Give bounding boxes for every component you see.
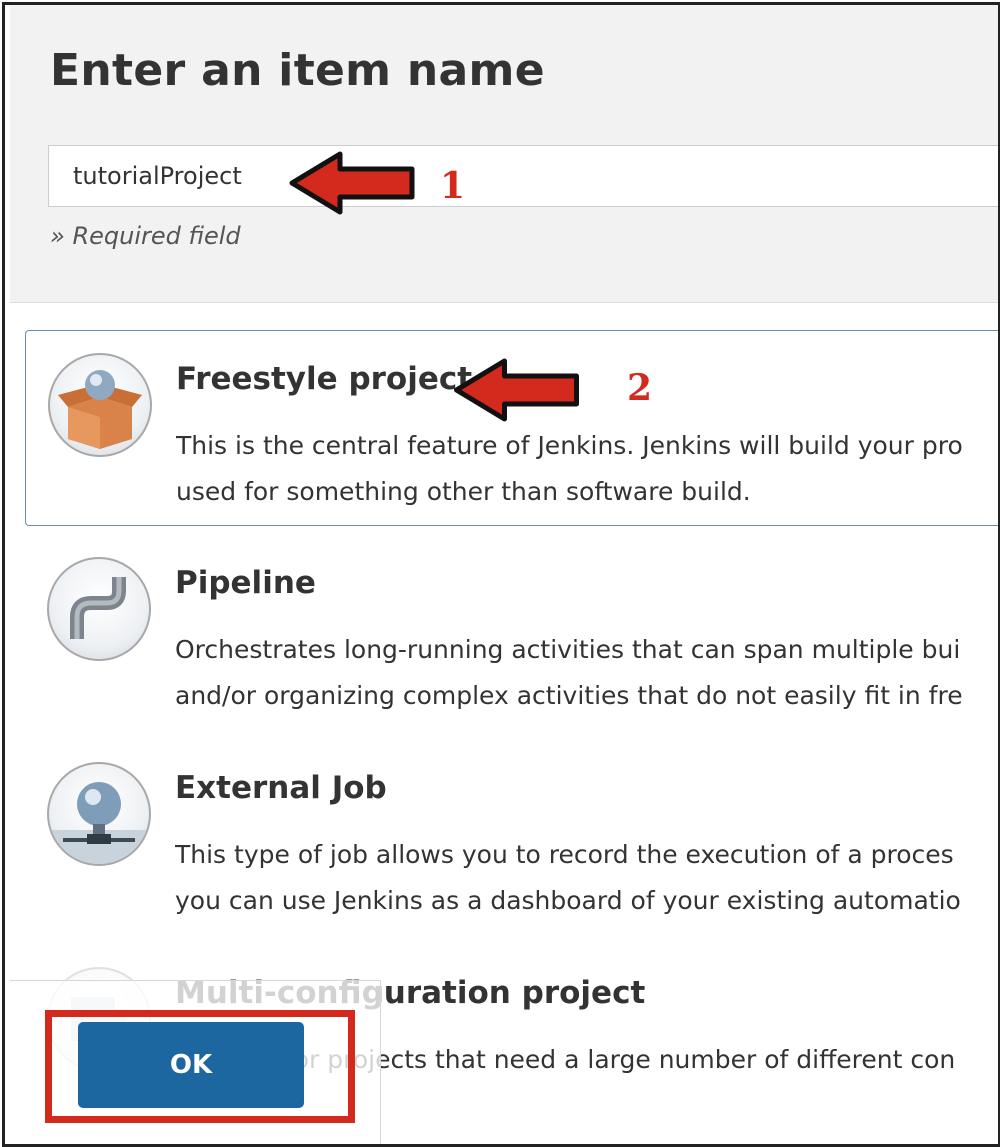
new-item-header: Enter an item name » Required field <box>10 5 998 303</box>
screenshot-frame: Enter an item name » Required field Free… <box>2 2 1000 1147</box>
freestyle-box-icon <box>48 353 152 457</box>
annotation-arrow-2 <box>454 358 579 422</box>
external-job-icon <box>47 762 151 866</box>
item-type-external-job[interactable]: External Job This type of job allows you… <box>25 740 998 936</box>
item-type-pipeline[interactable]: Pipeline Orchestrates long-running activ… <box>25 535 998 731</box>
annotation-arrow-1 <box>289 151 415 215</box>
item-title: Freestyle project <box>176 361 473 397</box>
item-description: This type of job allows you to record th… <box>175 840 961 915</box>
ok-button[interactable]: OK <box>78 1022 304 1108</box>
required-field-note: » Required field <box>50 222 241 250</box>
page-title: Enter an item name <box>50 45 545 96</box>
item-description: This is the central feature of Jenkins. … <box>176 431 963 506</box>
item-description: Orchestrates long-running activities tha… <box>175 635 963 710</box>
item-title: External Job <box>175 770 387 806</box>
annotation-number-2: 2 <box>627 367 653 409</box>
item-title: Pipeline <box>175 565 316 601</box>
annotation-number-1: 1 <box>440 165 466 207</box>
item-name-input[interactable] <box>48 145 998 207</box>
pipeline-pipe-icon <box>47 557 151 661</box>
